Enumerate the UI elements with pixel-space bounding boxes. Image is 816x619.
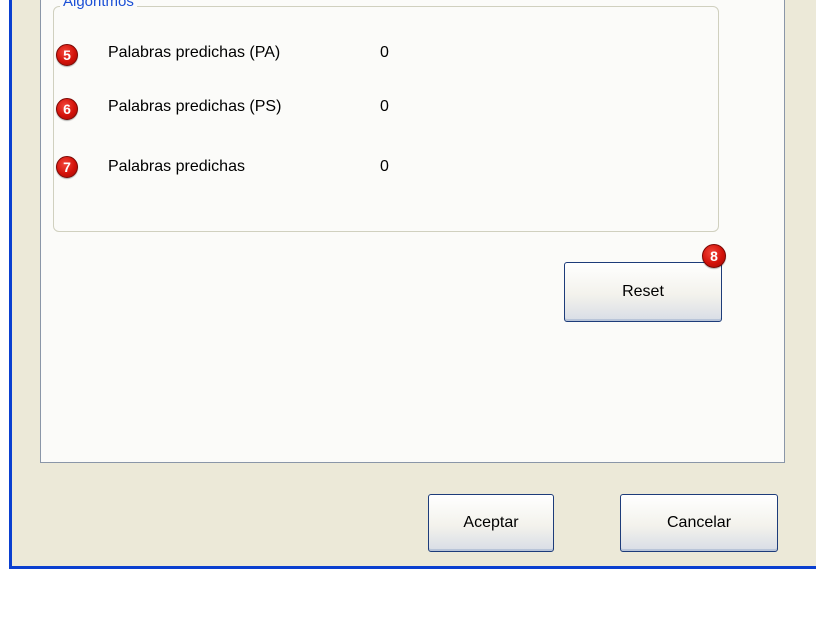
- accept-button-label: Aceptar: [463, 514, 519, 531]
- reset-button[interactable]: Reset: [564, 262, 722, 322]
- label-predicted-words-ps: Palabras predichas (PS): [108, 98, 282, 115]
- callout-badge-7: 7: [56, 156, 78, 178]
- callout-badge-8: 8: [702, 244, 726, 268]
- accept-button[interactable]: Aceptar: [428, 494, 554, 552]
- groupbox-title: Algoritmos: [60, 0, 137, 10]
- value-predicted-words-ps: 0: [380, 98, 389, 115]
- value-predicted-words: 0: [380, 158, 389, 175]
- cancel-button[interactable]: Cancelar: [620, 494, 778, 552]
- label-predicted-words-pa: Palabras predichas (PA): [108, 44, 281, 61]
- callout-badge-5: 5: [56, 44, 78, 66]
- algoritmos-groupbox: Algoritmos: [53, 0, 719, 232]
- callout-badge-6: 6: [56, 98, 78, 120]
- label-predicted-words: Palabras predichas: [108, 158, 245, 175]
- reset-button-label: Reset: [622, 283, 664, 300]
- cancel-button-label: Cancelar: [666, 514, 732, 531]
- value-predicted-words-pa: 0: [380, 44, 389, 61]
